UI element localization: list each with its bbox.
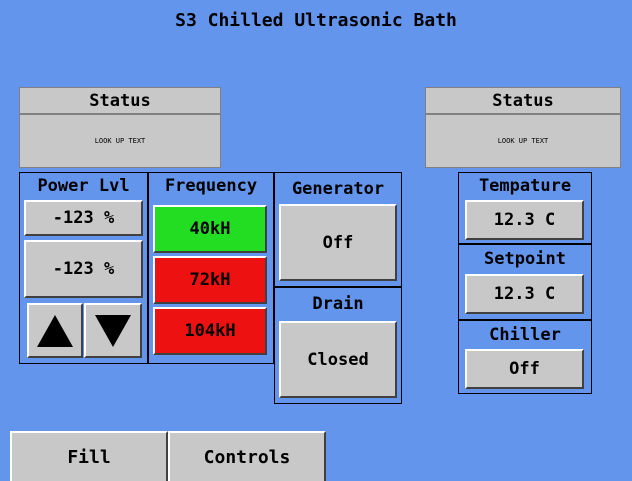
setpoint-input[interactable]: 12.3 C [465,274,584,314]
down-arrow-icon [95,314,131,347]
power-down-button[interactable] [84,303,142,358]
status-right-text: LOOK UP TEXT [425,114,621,168]
drain-label: Drain [312,294,364,314]
frequency-72khz-button[interactable]: 72kH [153,256,267,304]
page-title: S3 Chilled Ultrasonic Bath [175,10,457,31]
status-left-label: Status [19,87,221,114]
chiller-toggle-button[interactable]: Off [465,349,584,389]
power-level-value-2[interactable]: -123 % [24,240,143,298]
generator-toggle-button[interactable]: Off [279,204,397,281]
drain-toggle-button[interactable]: Closed [279,321,397,398]
tab-controls[interactable]: Controls [168,431,326,481]
chiller-label: Chiller [489,325,561,345]
temperature-value: 12.3 C [465,200,584,240]
power-level-value-1[interactable]: -123 % [24,200,143,236]
status-right-label: Status [425,87,621,114]
up-arrow-icon [37,314,73,347]
temperature-label: Tempature [478,176,572,196]
power-level-label: Power Lvl [37,176,130,196]
frequency-label: Frequency [164,176,258,196]
tab-fill[interactable]: Fill [10,431,168,481]
frequency-104khz-button[interactable]: 104kH [153,307,267,355]
status-left-text: LOOK UP TEXT [19,114,221,168]
power-up-button[interactable] [27,303,83,358]
frequency-40khz-button[interactable]: 40kH [153,205,267,253]
generator-label: Generator [291,179,385,199]
setpoint-label: Setpoint [484,249,566,269]
